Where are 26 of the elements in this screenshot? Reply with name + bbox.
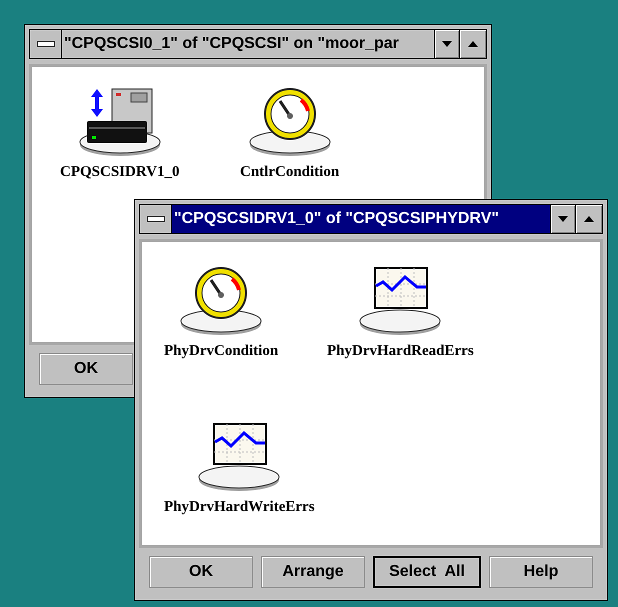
maximize-button[interactable] xyxy=(576,205,602,233)
dialog-button[interactable]: Help xyxy=(489,556,594,588)
up-arrow-icon xyxy=(468,41,478,47)
down-arrow-icon xyxy=(558,216,568,222)
down-arrow-icon xyxy=(442,41,452,47)
line-chart-icon xyxy=(198,422,280,492)
server-drive-icon xyxy=(78,87,161,157)
icon-label[interactable]: CntlrCondition xyxy=(240,161,340,184)
icon-label[interactable]: PhyDrvHardReadErrs xyxy=(327,340,474,362)
dialog-button[interactable]: OK xyxy=(39,353,133,385)
icon-label[interactable]: PhyDrvHardWriteErrs xyxy=(164,496,315,518)
system-menu-icon xyxy=(36,41,54,47)
gauge-icon xyxy=(248,87,331,157)
dialog-button[interactable]: Arrange xyxy=(261,556,366,588)
dialog-button[interactable]: Select All xyxy=(373,556,481,588)
system-menu-icon xyxy=(146,216,164,222)
gauge-icon xyxy=(180,266,262,336)
icon-label[interactable]: CPQSCSIDRV1_0 xyxy=(60,161,180,184)
dialog-button[interactable]: OK xyxy=(149,556,254,588)
up-arrow-icon xyxy=(584,216,594,222)
window-title: "CPQSCSIDRV1_0" of "CPQSCSIPHYDRV" xyxy=(172,205,550,233)
minimize-button[interactable] xyxy=(434,30,460,58)
icon-label[interactable]: PhyDrvCondition xyxy=(164,340,278,362)
minimize-button[interactable] xyxy=(550,205,576,233)
maximize-button[interactable] xyxy=(460,30,486,58)
line-chart-icon xyxy=(359,266,442,336)
